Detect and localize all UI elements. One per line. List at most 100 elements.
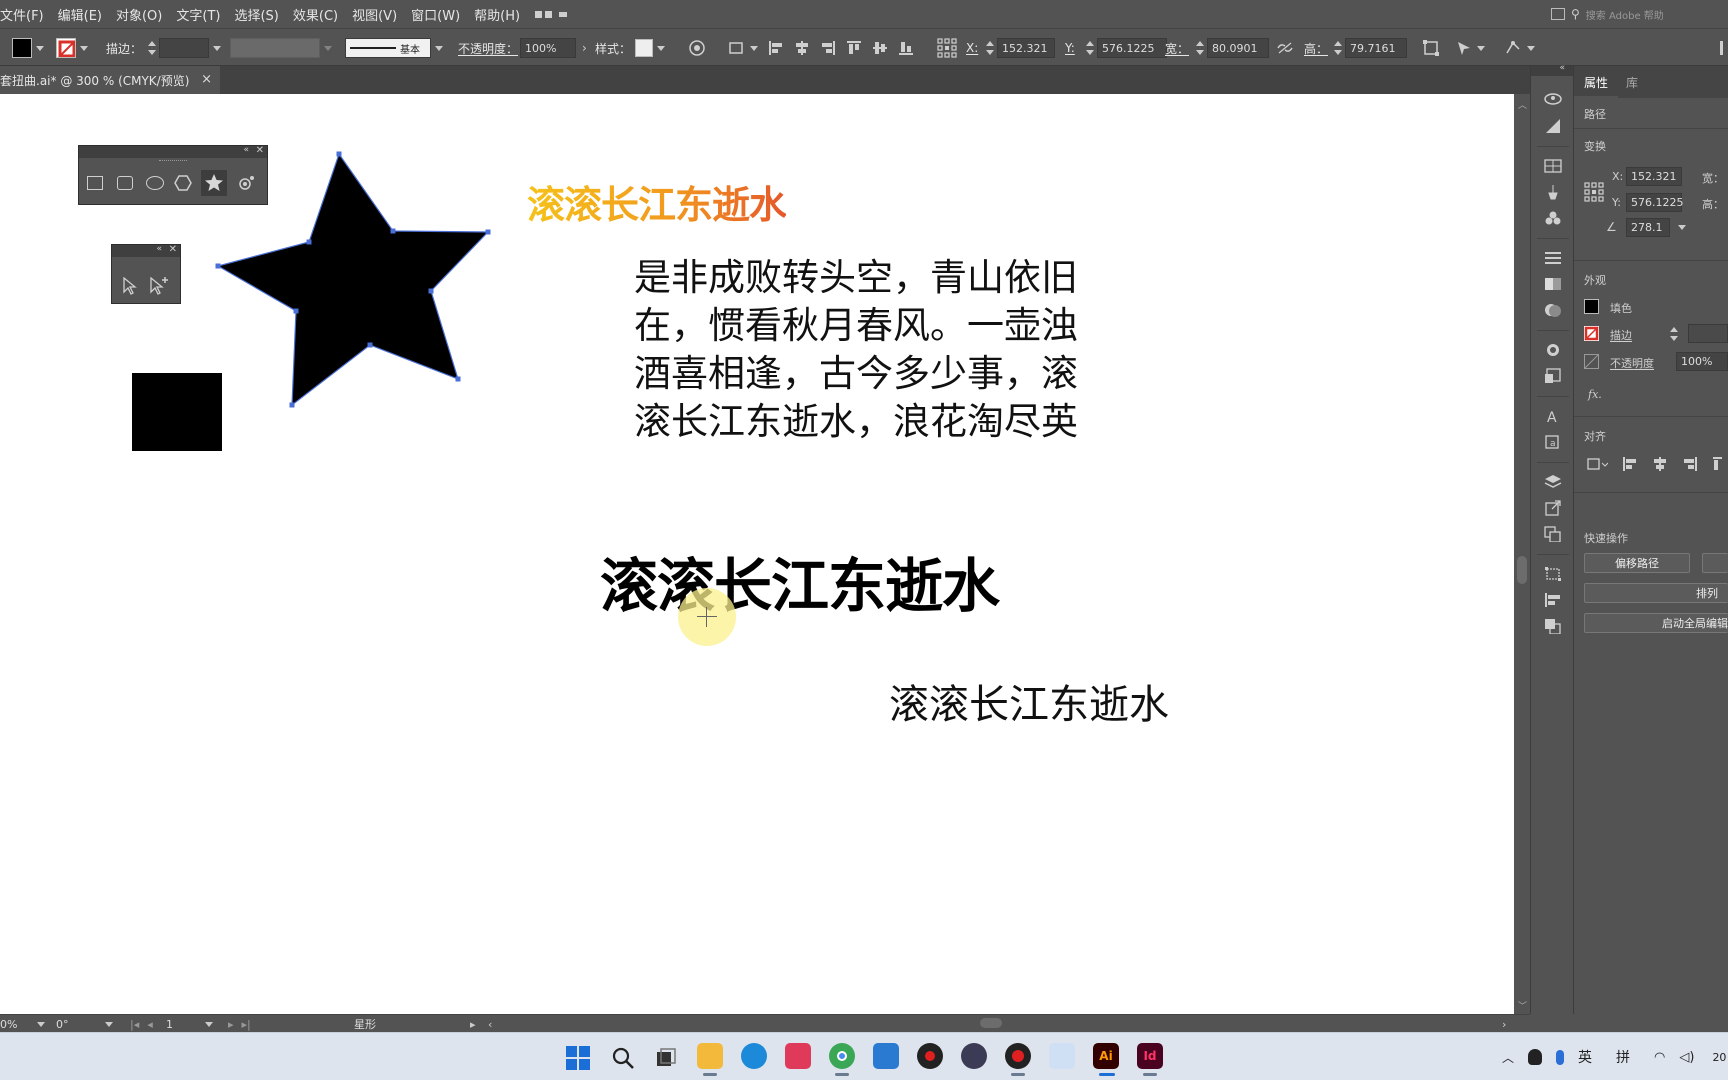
- windows-start-icon[interactable]: [566, 1046, 590, 1070]
- x-control[interactable]: 152.321: [986, 29, 1055, 67]
- x-stepper[interactable]: [986, 40, 994, 56]
- stroke-swatch-control[interactable]: [56, 29, 88, 67]
- w-control[interactable]: 80.0901: [1196, 29, 1269, 67]
- stroke-weight-control[interactable]: [148, 29, 221, 67]
- swatches-icon[interactable]: [1544, 158, 1562, 174]
- h-input[interactable]: 79.7161: [1345, 38, 1407, 58]
- transform-panel-icon[interactable]: [1544, 566, 1562, 582]
- zoom-control[interactable]: 0%: [0, 1015, 46, 1033]
- paragraph-text[interactable]: 是非成败转头空，青山依旧 在，惯看秋月春风。一壶浊 酒喜相逢，古今多少事，滚 滚…: [634, 254, 1134, 446]
- reference-point-icon[interactable]: [1584, 182, 1604, 202]
- artboards-icon[interactable]: [1544, 526, 1562, 542]
- transparency-icon[interactable]: [1544, 302, 1562, 318]
- align-bottom-icon[interactable]: [898, 40, 914, 56]
- h-control[interactable]: 79.7161: [1334, 29, 1407, 67]
- fill-swatch[interactable]: [12, 38, 32, 58]
- help-search[interactable]: ⚲ 搜索 Adobe 帮助: [1551, 4, 1716, 24]
- menu-window[interactable]: 窗口(W): [404, 0, 467, 28]
- prev-artboard-icon[interactable]: ◂: [147, 1018, 153, 1031]
- align-right-icon[interactable]: [820, 40, 836, 56]
- angle-dropdown[interactable]: [1678, 225, 1686, 230]
- recolor-icon[interactable]: [688, 29, 706, 67]
- y-control[interactable]: 576.1225: [1086, 29, 1167, 67]
- gradient-icon[interactable]: [1544, 276, 1562, 292]
- panel-stroke-input[interactable]: [1688, 324, 1728, 343]
- vertical-scrollbar[interactable]: ︿ ﹀: [1514, 94, 1530, 1014]
- gradient-panel-icon[interactable]: [1544, 118, 1562, 134]
- menu-select[interactable]: 选择(S): [227, 0, 285, 28]
- tab-properties[interactable]: 属性: [1584, 74, 1608, 91]
- illustrator-icon[interactable]: Ai: [1093, 1043, 1119, 1069]
- selected-star[interactable]: [0, 94, 600, 514]
- align-vcenter-icon[interactable]: [872, 40, 888, 56]
- horizontal-scroll-thumb[interactable]: [980, 1018, 1002, 1028]
- w-stepper[interactable]: [1196, 40, 1204, 56]
- panel-y-input[interactable]: 576.1225: [1626, 193, 1684, 212]
- transform-icon[interactable]: [1422, 29, 1440, 67]
- align-left-icon[interactable]: [768, 40, 784, 56]
- notes-app-icon[interactable]: [873, 1043, 899, 1069]
- task-view-icon[interactable]: [655, 1047, 677, 1069]
- align-to-selection-icon[interactable]: [1586, 456, 1608, 472]
- align-hcenter-icon[interactable]: [794, 40, 810, 56]
- character-icon[interactable]: A: [1544, 408, 1562, 424]
- puppet-warp-icon[interactable]: [1505, 29, 1535, 67]
- next-artboard-icon[interactable]: ▸: [228, 1018, 234, 1031]
- tray-overflow-icon[interactable]: ︿: [1502, 1049, 1514, 1066]
- file-explorer-icon[interactable]: [697, 1043, 723, 1069]
- menu-edit[interactable]: 编辑(E): [51, 0, 109, 28]
- brush-definition[interactable]: 基本: [345, 29, 443, 67]
- network-app-icon[interactable]: [1049, 1043, 1075, 1069]
- bold-text[interactable]: 滚滚长江东逝水: [600, 539, 1000, 623]
- align-to-icon[interactable]: [728, 29, 758, 67]
- app-icon-pinned[interactable]: [785, 1043, 811, 1069]
- appearance-icon[interactable]: [1544, 342, 1562, 358]
- opacity-control[interactable]: 100% ›: [520, 29, 587, 67]
- x-input[interactable]: 152.321: [997, 38, 1055, 58]
- variable-width-profile[interactable]: [230, 29, 332, 67]
- symbols-icon[interactable]: [1544, 210, 1562, 226]
- opacity-label[interactable]: 不透明度：: [458, 29, 518, 67]
- recorder-icon[interactable]: [917, 1043, 943, 1069]
- panel-x-input[interactable]: 152.321: [1626, 167, 1682, 186]
- menu-help[interactable]: 帮助(H): [467, 0, 527, 28]
- microphone-icon[interactable]: [1556, 1049, 1565, 1065]
- menu-type[interactable]: 文字(T): [169, 0, 227, 28]
- pathfinder-icon[interactable]: [1544, 618, 1562, 634]
- menu-object[interactable]: 对象(O): [109, 0, 169, 28]
- screen-recorder-icon[interactable]: [1005, 1043, 1031, 1069]
- gradient-text[interactable]: 滚滚长江东逝水: [527, 174, 787, 229]
- panel-align-left-icon[interactable]: [1622, 456, 1638, 472]
- menu-file[interactable]: 文件(F): [0, 0, 51, 28]
- horizontal-scrollbar[interactable]: [480, 1016, 1514, 1030]
- rotation-control[interactable]: 0°: [56, 1015, 113, 1033]
- artboard-canvas[interactable]: «✕ «✕ 滚滚长江东逝水 是非成败转头空，青山依旧 在，惯看秋月春风。一壶浊 …: [0, 94, 1514, 1014]
- panel-fill-swatch[interactable]: [1584, 299, 1599, 314]
- status-menu-icon[interactable]: ▸: [470, 1015, 476, 1033]
- rotate-angle-input[interactable]: 278.1: [1626, 218, 1670, 237]
- stroke-weight-stepper[interactable]: [148, 40, 156, 56]
- last-artboard-icon[interactable]: ▸|: [242, 1018, 251, 1031]
- ime-mode[interactable]: 拼: [1616, 1047, 1630, 1067]
- workspace-switcher-icon[interactable]: [535, 6, 568, 22]
- export-icon[interactable]: [1544, 500, 1562, 516]
- libraries-icon[interactable]: [1544, 90, 1562, 106]
- qq-icon[interactable]: [1528, 1049, 1543, 1065]
- graphic-style-swatch[interactable]: [635, 39, 653, 57]
- chevron-right-icon[interactable]: ›: [582, 41, 587, 55]
- panel-toggle-icon[interactable]: [1551, 8, 1565, 20]
- offset-path-button[interactable]: 偏移路径: [1584, 553, 1690, 573]
- graphic-style-control[interactable]: [635, 29, 665, 67]
- indesign-icon[interactable]: Id: [1137, 1043, 1163, 1069]
- reference-point-icon[interactable]: [937, 29, 957, 67]
- w-input[interactable]: 80.0901: [1207, 38, 1269, 58]
- align-panel-icon[interactable]: [1544, 592, 1562, 608]
- isolate-icon[interactable]: [1455, 29, 1485, 67]
- global-edit-button[interactable]: 启动全局编辑: [1584, 613, 1728, 633]
- panel-opacity-label[interactable]: 不透明度: [1610, 355, 1654, 371]
- panel-stroke-stepper[interactable]: [1670, 326, 1678, 342]
- clock[interactable]: 20: [1712, 1051, 1726, 1064]
- volume-icon[interactable]: ◁): [1679, 1050, 1694, 1065]
- artboard-number[interactable]: 1: [166, 1015, 213, 1033]
- graphic-styles-icon[interactable]: [1544, 368, 1562, 384]
